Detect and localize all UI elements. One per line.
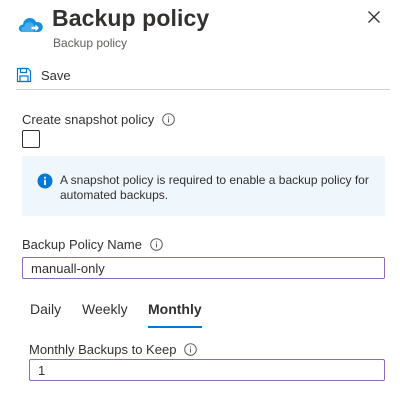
close-button[interactable] [364, 9, 384, 29]
policy-name-label-text: Backup Policy Name [22, 237, 142, 252]
tab-daily[interactable]: Daily [30, 301, 61, 329]
tab-daily-label: Daily [30, 301, 62, 317]
monthly-backups-input[interactable]: 1 [29, 359, 385, 381]
info-icon[interactable] [162, 113, 176, 126]
monthly-backups-label-text: Monthly Backups to Keep [29, 342, 177, 357]
snapshot-policy-label-text: Create snapshot policy [22, 112, 155, 127]
page-subtitle: Backup policy [53, 36, 128, 50]
tab-weekly-label: Weekly [82, 301, 128, 317]
info-message-text: A snapshot policy is required to enable … [60, 173, 369, 202]
info-icon[interactable] [184, 343, 198, 356]
monthly-backups-label: Monthly Backups to Keep [29, 342, 198, 357]
tab-monthly[interactable]: Monthly [148, 301, 202, 329]
panel-header: Backup policy Backup policy [0, 0, 400, 58]
tab-monthly-label: Monthly [148, 301, 202, 317]
policy-name-label: Backup Policy Name [22, 237, 163, 252]
close-icon [367, 10, 381, 29]
snapshot-policy-checkbox[interactable] [22, 130, 40, 148]
info-filled-icon [37, 173, 53, 189]
policy-name-input[interactable]: manuall-only [22, 257, 385, 279]
toolbar-divider [16, 89, 390, 90]
info-icon[interactable] [150, 238, 163, 251]
save-label: Save [41, 67, 71, 83]
snapshot-policy-label: Create snapshot policy [22, 112, 176, 127]
save-button[interactable]: Save [16, 63, 71, 87]
save-icon [16, 67, 32, 83]
cloud-backup-icon [16, 10, 46, 40]
active-tab-indicator [148, 326, 202, 328]
page-title: Backup policy [52, 5, 210, 31]
tab-weekly[interactable]: Weekly [82, 301, 128, 329]
info-message-bar: A snapshot policy is required to enable … [22, 156, 385, 216]
